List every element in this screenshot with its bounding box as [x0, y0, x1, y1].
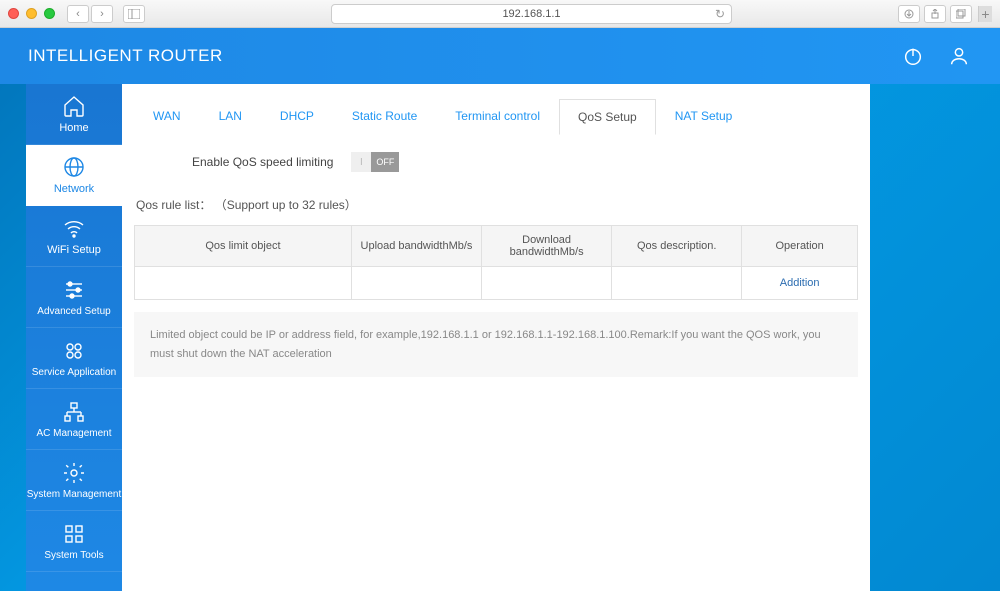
app-header: INTELLIGENT ROUTER [0, 28, 1000, 84]
col-operation: Operation [742, 226, 858, 267]
sidebar-item-advanced[interactable]: Advanced Setup [26, 267, 122, 328]
sidebar-label: Network [54, 183, 94, 195]
share-button[interactable] [924, 5, 946, 23]
url-bar[interactable]: 192.168.1.1 ↻ [331, 4, 732, 24]
table-row: Addition [135, 267, 858, 300]
maximize-window-button[interactable] [44, 8, 55, 19]
url-text: 192.168.1.1 [502, 8, 560, 20]
browser-toolbar: ‹ › 192.168.1.1 ↻ + [0, 0, 1000, 28]
back-button[interactable]: ‹ [67, 5, 89, 23]
gear-icon [62, 461, 86, 485]
downloads-button[interactable] [898, 5, 920, 23]
tabs-button[interactable] [950, 5, 972, 23]
qos-enable-toggle[interactable]: I OFF [351, 152, 399, 172]
forward-button[interactable]: › [91, 5, 113, 23]
sidebar-label: WiFi Setup [47, 244, 101, 256]
col-upload: Upload bandwidthMb/s [351, 226, 481, 267]
rule-list-hint: （Support up to 32 rules） [215, 198, 357, 212]
cell-object [135, 267, 352, 300]
sidebar-item-service[interactable]: Service Application [26, 328, 122, 389]
minimize-window-button[interactable] [26, 8, 37, 19]
tab-static-route[interactable]: Static Route [333, 98, 436, 134]
close-window-button[interactable] [8, 8, 19, 19]
col-object: Qos limit object [135, 226, 352, 267]
refresh-icon[interactable]: ↻ [715, 7, 725, 21]
tab-qos-setup[interactable]: QoS Setup [559, 99, 656, 135]
sidebar-item-ac[interactable]: AC Management [26, 389, 122, 450]
sidebar-item-network[interactable]: Network [26, 145, 122, 206]
new-tab-button[interactable]: + [978, 6, 992, 22]
qos-rules-table: Qos limit object Upload bandwidthMb/s Do… [134, 225, 858, 300]
tab-dhcp[interactable]: DHCP [261, 98, 333, 134]
sidebar-label: AC Management [36, 428, 111, 439]
power-icon[interactable] [900, 43, 926, 69]
qos-enable-label: Enable QoS speed limiting [192, 155, 333, 169]
sidebar-toggle-button[interactable] [123, 5, 145, 23]
cell-upload [351, 267, 481, 300]
col-desc: Qos description. [612, 226, 742, 267]
addition-link[interactable]: Addition [780, 277, 820, 289]
tab-nat-setup[interactable]: NAT Setup [656, 98, 752, 134]
network-tree-icon [62, 400, 86, 424]
sidebar-label: System Tools [44, 550, 103, 561]
home-icon [62, 94, 86, 118]
sidebar: Home Network WiFi Setup Advanced Setup S… [26, 84, 122, 591]
cell-download [482, 267, 612, 300]
col-download: Download bandwidthMb/s [482, 226, 612, 267]
toggle-off-label: OFF [371, 152, 399, 172]
window-controls [8, 8, 55, 19]
sidebar-label: Service Application [32, 367, 117, 378]
toggle-on-icon: I [351, 152, 371, 172]
rule-list-label: Qos rule list： [136, 198, 211, 212]
sidebar-item-tools[interactable]: System Tools [26, 511, 122, 572]
tab-wan[interactable]: WAN [134, 98, 200, 134]
sliders-icon [62, 278, 86, 302]
cell-desc [612, 267, 742, 300]
globe-icon [62, 155, 86, 179]
sidebar-label: Home [59, 122, 88, 134]
tab-terminal-control[interactable]: Terminal control [436, 98, 559, 134]
sidebar-item-sysmgmt[interactable]: System Management [26, 450, 122, 511]
sidebar-label: Advanced Setup [37, 306, 110, 317]
qos-remark: Limited object could be IP or address fi… [134, 312, 858, 377]
sidebar-item-wifi[interactable]: WiFi Setup [26, 206, 122, 267]
user-icon[interactable] [946, 43, 972, 69]
brand-title: INTELLIGENT ROUTER [28, 46, 223, 66]
apps-icon [62, 339, 86, 363]
sidebar-label: System Management [27, 489, 122, 500]
wifi-icon [62, 216, 86, 240]
main-content: WAN LAN DHCP Static Route Terminal contr… [122, 84, 870, 591]
tabs: WAN LAN DHCP Static Route Terminal contr… [122, 84, 870, 134]
grid-icon [62, 522, 86, 546]
sidebar-item-home[interactable]: Home [26, 84, 122, 145]
tab-lan[interactable]: LAN [200, 98, 261, 134]
